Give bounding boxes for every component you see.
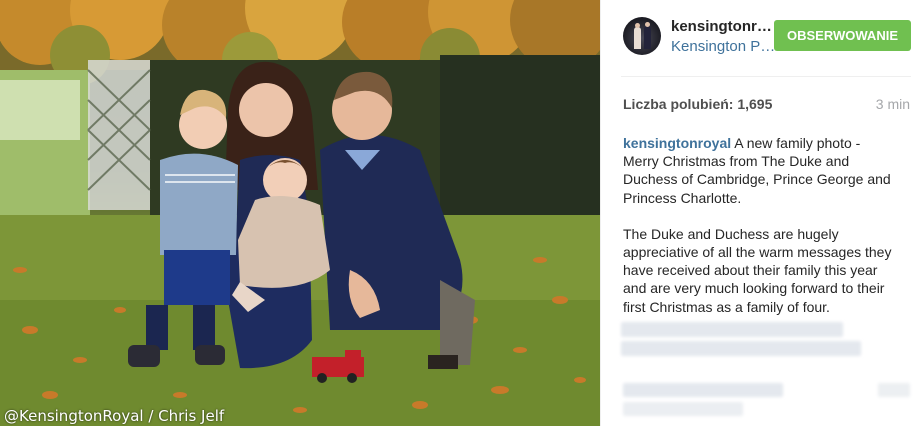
blurred-comment <box>878 383 910 397</box>
caption-paragraph-1: kensingtonroyal A new family photo - Mer… <box>623 134 893 207</box>
location-link[interactable]: Kensington Palace <box>671 38 781 55</box>
blurred-comment <box>621 322 843 337</box>
follow-button[interactable]: OBSERWOWANIE <box>774 20 911 51</box>
username-link[interactable]: kensingtonroyal <box>671 18 781 35</box>
header-divider <box>621 76 911 77</box>
family-photo-illustration <box>0 0 600 426</box>
blurred-comment <box>621 341 861 356</box>
caption-username-link[interactable]: kensingtonroyal <box>623 135 731 151</box>
caption-paragraph-2: The Duke and Duchess are hugely apprecia… <box>623 225 892 315</box>
avatar[interactable] <box>623 17 661 55</box>
likes-count[interactable]: Liczba polubień: 1,695 <box>623 96 772 112</box>
photo-credit: @KensingtonRoyal / Chris Jelf <box>4 407 225 425</box>
post-view: @KensingtonRoyal / Chris Jelf kensington… <box>0 0 917 426</box>
post-header: kensingtonroyal Kensington Palace OBSERW… <box>621 16 911 60</box>
post-sidebar: kensingtonroyal Kensington Palace OBSERW… <box>600 0 917 426</box>
post-timestamp[interactable]: 3 min <box>876 96 910 112</box>
post-photo[interactable]: @KensingtonRoyal / Chris Jelf <box>0 0 600 426</box>
post-caption: kensingtonroyal A new family photo - Mer… <box>623 134 893 334</box>
blurred-comment <box>623 402 743 416</box>
blurred-comment <box>623 383 783 397</box>
